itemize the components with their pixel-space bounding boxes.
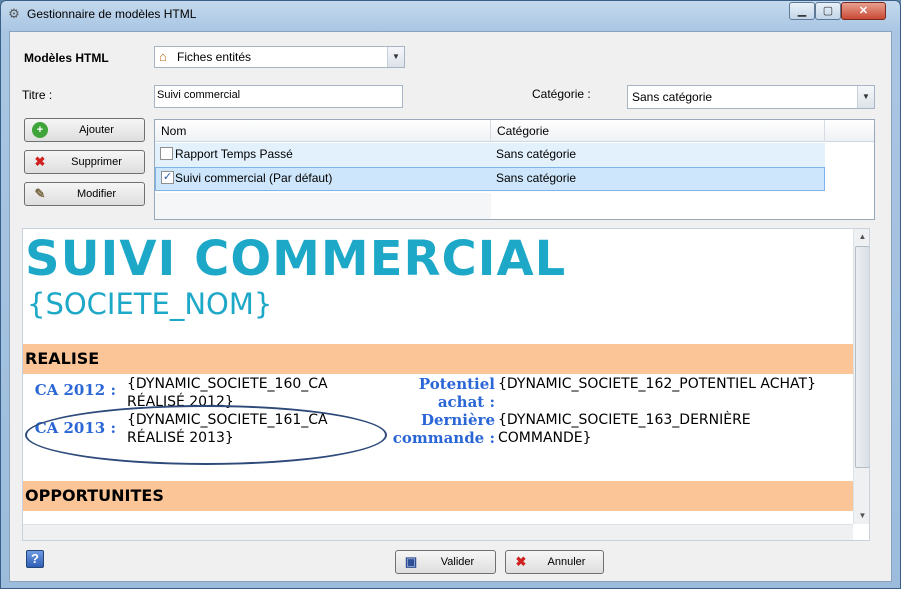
dialog-content: Modèles HTML ⌂ Fiches entités ▼ Titre : …: [9, 31, 892, 582]
titre-value: Suivi commercial: [157, 89, 241, 101]
chevron-down-icon[interactable]: ▼: [387, 47, 404, 67]
horizontal-scrollbar[interactable]: [23, 524, 853, 540]
field-label-derniere-commande: Dernière commande :: [392, 411, 495, 447]
cancel-icon: ✖: [515, 554, 527, 569]
delete-button-label: Supprimer: [71, 156, 122, 168]
table-row-selected[interactable]: ✓ Suivi commercial (Par défaut) Sans cat…: [155, 167, 825, 191]
scroll-up-icon[interactable]: ▲: [855, 232, 869, 241]
add-button[interactable]: + Ajouter: [24, 118, 145, 142]
section-band-realise: REALISE: [23, 344, 853, 374]
preview-subtitle: {SOCIETE_NOM}: [27, 287, 273, 321]
validate-button[interactable]: ▣ Valider: [395, 550, 496, 574]
table-row[interactable]: Rapport Temps Passé Sans catégorie: [155, 143, 825, 167]
table-header: Nom Catégorie: [155, 120, 874, 142]
row-checkbox[interactable]: [160, 147, 173, 160]
minimize-button[interactable]: ▁: [789, 2, 815, 20]
cancel-button-label: Annuler: [547, 556, 586, 568]
title-bar[interactable]: ⚙ Gestionnaire de modèles HTML ▁ ▢ ✕: [1, 1, 900, 29]
delete-icon: ✖: [34, 154, 46, 169]
titre-input[interactable]: Suivi commercial: [154, 85, 403, 108]
row-checkbox-checked[interactable]: ✓: [161, 171, 174, 184]
window-title: Gestionnaire de modèles HTML: [27, 7, 197, 21]
save-icon: ▣: [404, 554, 418, 569]
modeles-combo[interactable]: ⌂ Fiches entités ▼: [154, 46, 405, 68]
scroll-thumb[interactable]: [855, 246, 869, 468]
modeles-selected: Fiches entités: [177, 50, 252, 64]
home-icon: ⌂: [159, 49, 167, 64]
section-title-realise: REALISE: [25, 349, 100, 368]
section-title-opportunites: OPPORTUNITES: [25, 486, 164, 505]
field-label-ca-2012: CA 2012 :: [34, 381, 116, 399]
gear-icon: ⚙: [8, 6, 20, 21]
plus-icon: +: [32, 122, 48, 138]
categorie-combo[interactable]: Sans catégorie ▼: [627, 85, 875, 109]
templates-table: Nom Catégorie Rapport Temps Passé Sans c…: [154, 119, 875, 220]
scroll-down-icon[interactable]: ▼: [855, 511, 869, 520]
dialog-window: ⚙ Gestionnaire de modèles HTML ▁ ▢ ✕ Mod…: [0, 0, 901, 589]
close-button[interactable]: ✕: [841, 2, 886, 20]
column-header-nom[interactable]: Nom: [155, 120, 491, 142]
field-value-potentiel-achat: {DYNAMIC_SOCIETE_162_POTENTIEL ACHAT}: [498, 376, 816, 392]
categorie-selected: Sans catégorie: [632, 90, 713, 104]
edit-icon: ✎: [34, 186, 46, 201]
titre-label: Titre :: [22, 88, 53, 102]
preview-title: SUIVI COMMERCIAL: [25, 231, 567, 287]
section-band-opportunites: OPPORTUNITES: [23, 481, 853, 511]
highlight-oval: [25, 405, 387, 465]
add-button-label: Ajouter: [79, 124, 114, 136]
empty-row-area: [155, 193, 491, 219]
chevron-down-icon[interactable]: ▼: [857, 86, 874, 108]
edit-button-label: Modifier: [76, 188, 117, 200]
field-value-derniere-commande: {DYNAMIC_SOCIETE_163_DERNIÈRE COMMANDE}: [498, 412, 751, 446]
delete-button[interactable]: ✖ Supprimer: [24, 150, 145, 174]
validate-button-label: Valider: [440, 556, 475, 568]
row-name: Suivi commercial (Par défaut): [175, 171, 333, 185]
row-category: Sans catégorie: [496, 147, 577, 161]
html-preview[interactable]: SUIVI COMMERCIAL {SOCIETE_NOM} REALISE C…: [22, 228, 870, 541]
vertical-scrollbar[interactable]: ▲ ▼: [853, 229, 869, 524]
field-label-potentiel-achat: Potentiel achat :: [418, 375, 495, 411]
cancel-button[interactable]: ✖ Annuler: [505, 550, 604, 574]
modeles-label: Modèles HTML: [24, 51, 109, 65]
edit-button[interactable]: ✎ Modifier: [24, 182, 145, 206]
categorie-label: Catégorie :: [532, 87, 591, 101]
row-name: Rapport Temps Passé: [175, 147, 293, 161]
column-header-categorie[interactable]: Catégorie: [491, 120, 825, 142]
row-category: Sans catégorie: [496, 171, 577, 185]
maximize-button[interactable]: ▢: [815, 2, 841, 20]
help-button[interactable]: ?: [26, 550, 44, 568]
